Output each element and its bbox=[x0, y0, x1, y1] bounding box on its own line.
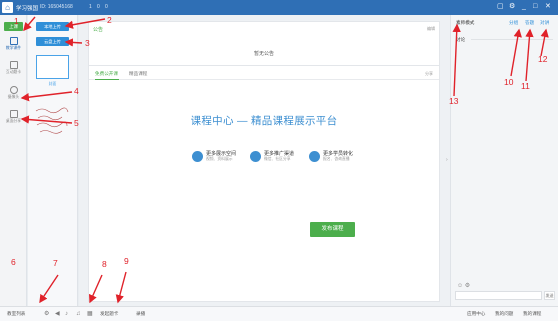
title-bar: ⌂ 学习强国 ID: 165045168 1 0 0 ▢ ⚙ _ □ ✕ bbox=[0, 0, 558, 15]
microphone-icon[interactable]: ♪ bbox=[65, 311, 68, 318]
tab-free-courses[interactable]: 免费公开课 bbox=[95, 71, 118, 77]
send-button[interactable]: 发送 bbox=[544, 291, 555, 300]
quiz-link[interactable]: 答题 bbox=[525, 20, 534, 26]
online-stat: 0 bbox=[97, 4, 100, 10]
course-center-card: 免费公开课 精品课程 分享 课程中心 — 精品课程展示平台 更多展示空间 视频、… bbox=[88, 65, 440, 302]
bottom-toolbar: 教室列表 ⚙ ◀ ♪ ♫ ▦ 发起题卡 录播 应用中心 我的问题 我的课程 bbox=[0, 306, 558, 321]
maximize-button[interactable]: □ bbox=[533, 3, 537, 11]
rail-item-quiz[interactable]: 互动题卡 bbox=[0, 60, 27, 80]
local-upload-button[interactable]: 本地上传 bbox=[36, 22, 69, 31]
desktop-share-icon bbox=[9, 110, 18, 118]
collapse-panel-arrow[interactable]: › bbox=[446, 157, 448, 163]
course-center-headline: 课程中心 — 精品课程展示平台 bbox=[190, 115, 338, 127]
display-space-icon bbox=[192, 151, 203, 162]
annotation-7: 7 bbox=[53, 258, 58, 268]
app-center-link[interactable]: 应用中心 bbox=[467, 311, 485, 317]
annotation-9: 9 bbox=[124, 256, 129, 266]
interactive-card-button[interactable]: 发起题卡 bbox=[100, 311, 118, 317]
notice-edit-link[interactable]: 编辑 bbox=[427, 26, 435, 32]
slide-thumbnail[interactable] bbox=[36, 55, 69, 79]
feature-title: 更多学员转化 bbox=[323, 151, 354, 157]
feature-subtitle: 报名、咨询直播 bbox=[323, 157, 350, 161]
settings-icon[interactable]: ⚙ bbox=[509, 3, 515, 11]
main-area: 公告 编辑 暂无公告 免费公开课 精品课程 分享 课程中心 — 精品课程展示平台… bbox=[79, 15, 450, 306]
rail-item-camera[interactable]: 摄像头 bbox=[0, 85, 27, 105]
room-id: ID: 165045168 bbox=[40, 4, 73, 10]
rail-item-label: 摄像头 bbox=[7, 95, 20, 99]
annotation-1: 1 bbox=[14, 16, 19, 26]
feature-title: 更多展示空间 bbox=[206, 151, 237, 157]
quiz-card-icon bbox=[9, 61, 18, 69]
rail-item-courseware[interactable]: 教学课件 bbox=[0, 36, 27, 56]
feature-subtitle: 视频、资料展示 bbox=[206, 157, 233, 161]
courseware-icon bbox=[9, 37, 18, 45]
chat-tools-icon[interactable]: ☺ ⚙ bbox=[457, 282, 470, 289]
close-button[interactable]: ✕ bbox=[545, 3, 551, 11]
screen-icon[interactable]: ▢ bbox=[497, 3, 504, 11]
annotation-12: 12 bbox=[538, 54, 548, 64]
handwritten-note bbox=[35, 107, 69, 134]
minimize-button[interactable]: _ bbox=[522, 3, 526, 11]
user-count: 1 bbox=[89, 4, 92, 10]
my-courses-link[interactable]: 我的课程 bbox=[523, 311, 541, 317]
tab-active-indicator bbox=[95, 79, 119, 80]
talk-link[interactable]: 对讲 bbox=[540, 20, 549, 26]
rail-item-desktop-share[interactable]: 桌面分享 bbox=[0, 109, 27, 129]
home-icon[interactable]: ⌂ bbox=[2, 2, 13, 13]
speaker-icon[interactable]: ◀ bbox=[55, 311, 60, 318]
share-link[interactable]: 分享 bbox=[425, 71, 433, 77]
music-icon[interactable]: ♫ bbox=[76, 311, 81, 318]
cloud-upload-button[interactable]: 云盘上传 bbox=[36, 37, 69, 46]
my-questions-link[interactable]: 我的问题 bbox=[495, 311, 513, 317]
rail-item-label: 互动题卡 bbox=[5, 70, 22, 74]
camera-icon bbox=[9, 86, 18, 94]
slide-thumbnail-caption: 封面 bbox=[48, 82, 57, 86]
annotation-8: 8 bbox=[102, 259, 107, 269]
divider bbox=[471, 39, 553, 40]
teacher-mode-dropdown[interactable]: 素师模式 bbox=[456, 20, 474, 26]
members-list-button[interactable]: 教室列表 bbox=[7, 311, 25, 317]
rail-item-label: 桌面分享 bbox=[5, 119, 22, 123]
publish-course-button[interactable]: 发布课程 bbox=[310, 222, 355, 237]
annotation-10: 10 bbox=[504, 77, 514, 87]
discussion-label: 讨论 bbox=[456, 37, 466, 42]
annotation-6: 6 bbox=[11, 257, 16, 267]
group-link[interactable]: 分组 bbox=[509, 20, 518, 26]
annotation-4: 4 bbox=[74, 86, 79, 96]
notice-label: 公告 bbox=[93, 27, 104, 33]
rail-item-label: 教学课件 bbox=[5, 46, 22, 50]
promotion-icon bbox=[250, 151, 261, 162]
annotation-11: 11 bbox=[521, 81, 530, 91]
tab-premium-courses[interactable]: 精品课程 bbox=[129, 71, 147, 77]
chat-input[interactable] bbox=[455, 291, 542, 300]
annotation-3: 3 bbox=[85, 38, 90, 48]
annotation-5: 5 bbox=[74, 118, 79, 128]
feature-subtitle: 微信、社区分享 bbox=[264, 157, 291, 161]
conversion-icon bbox=[309, 151, 320, 162]
annotation-2: 2 bbox=[107, 15, 112, 25]
record-button[interactable]: 录播 bbox=[136, 311, 145, 317]
layout-icon[interactable]: ▦ bbox=[87, 311, 93, 318]
course-tabs: 免费公开课 精品课程 分享 bbox=[89, 66, 439, 80]
signal-stat: 0 bbox=[105, 4, 108, 10]
app-title: 学习强国 bbox=[16, 6, 39, 12]
notice-empty-text: 暂无公告 bbox=[253, 51, 274, 57]
settings-icon[interactable]: ⚙ bbox=[44, 311, 49, 318]
feature-title: 更多推广渠道 bbox=[264, 151, 295, 157]
annotation-13: 13 bbox=[449, 96, 459, 106]
